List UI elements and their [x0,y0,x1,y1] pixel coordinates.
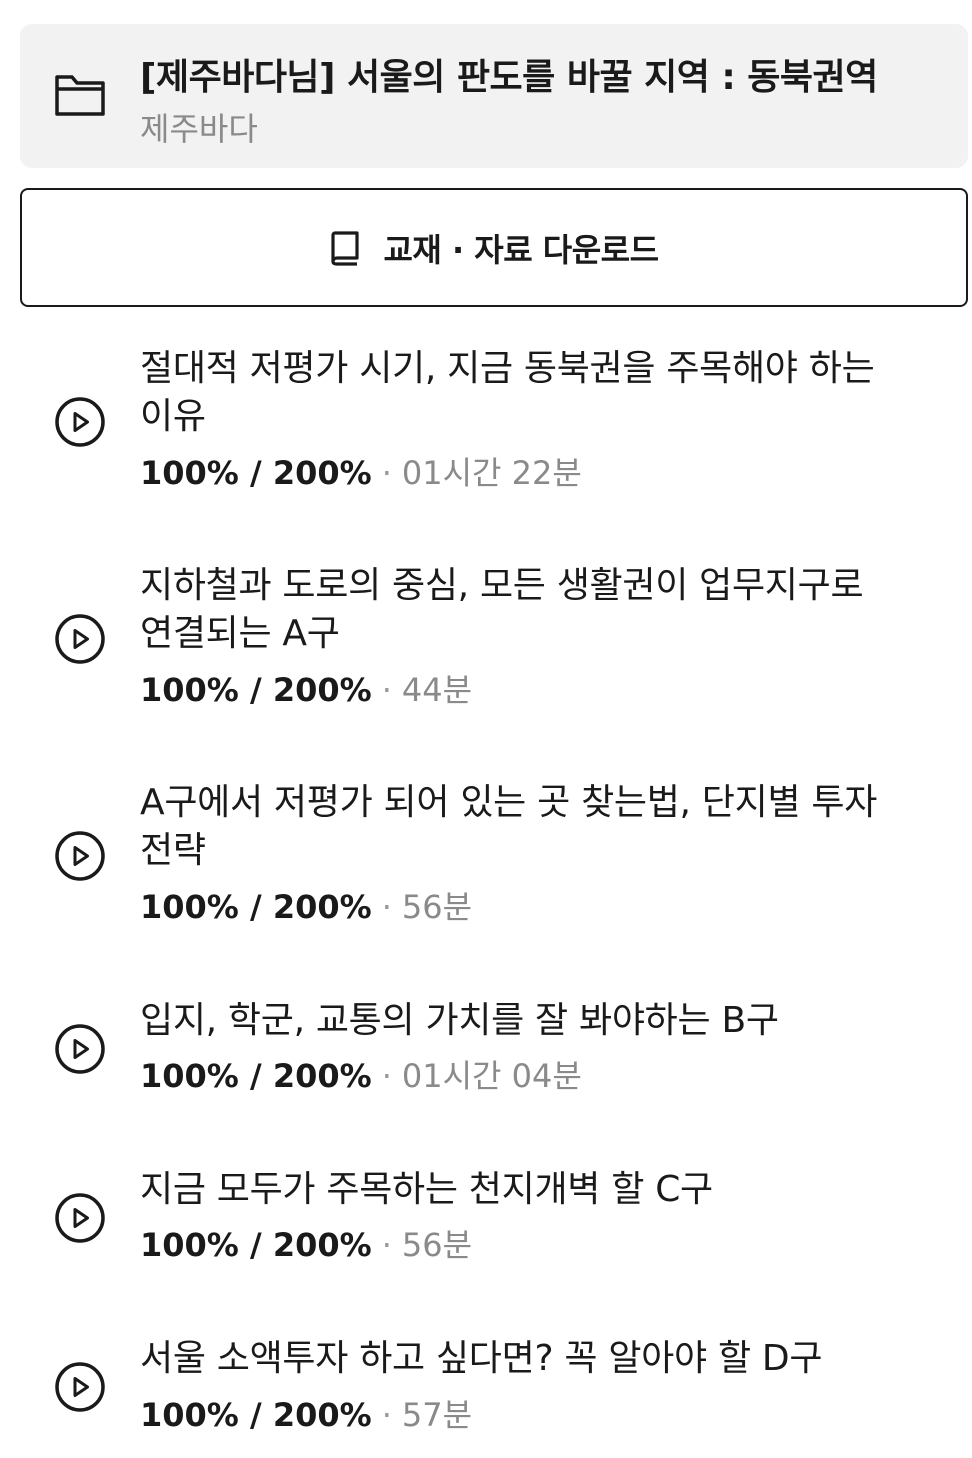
lecture-meta: 100% / 200% · 57분 [140,1395,472,1435]
lecture-duration: 57분 [401,1396,473,1434]
download-materials-button[interactable]: 교재 · 자료 다운로드 [20,188,968,307]
lecture-meta: 100% / 200% · 56분 [140,1225,472,1265]
download-button-label: 교재 · 자료 다운로드 [383,230,659,269]
lecture-meta: 100% / 200% · 56분 [140,887,472,927]
lecture-duration: 44분 [401,671,473,709]
lecture-meta: 100% / 200% · 01시간 22분 [140,453,582,493]
lecture-title: 입지, 학군, 교통의 가치를 잘 봐야하는 B구 [140,1000,779,1041]
meta-separator: · [381,454,392,492]
lecture-meta: 100% / 200% · 44분 [140,670,472,710]
playback-speed: 100% / 200% [140,454,372,492]
play-icon[interactable] [54,1023,106,1075]
course-author: 제주바다 [140,110,258,148]
play-icon[interactable] [54,830,106,882]
playback-speed: 100% / 200% [140,1057,372,1095]
play-icon[interactable] [54,1361,106,1413]
course-title: [제주바다님] 서울의 판도를 바꿀 지역 : 동북권역 [140,57,878,98]
play-icon[interactable] [54,1192,106,1244]
folder-icon [55,75,105,116]
lecture-duration: 01시간 04분 [401,1057,582,1095]
play-icon[interactable] [54,396,106,448]
lecture-duration: 56분 [401,1226,473,1264]
book-icon [331,230,360,266]
play-icon[interactable] [54,613,106,665]
meta-separator: · [381,671,392,709]
playback-speed: 100% / 200% [140,1396,372,1434]
lecture-duration: 56분 [401,888,473,926]
page: [제주바다님] 서울의 판도를 바꿀 지역 : 동북권역 제주바다 교재 · 자… [0,0,972,1458]
lecture-item[interactable]: 지하철과 도로의 중심, 모든 생활권이 업무지구로 연결되는 A구 100% … [0,557,972,727]
course-header: [제주바다님] 서울의 판도를 바꿀 지역 : 동북권역 제주바다 [20,24,968,168]
lecture-title: A구에서 저평가 되어 있는 곳 찾는법, 단지별 투자 전략 [140,782,878,871]
meta-separator: · [381,1396,392,1434]
lecture-item[interactable]: A구에서 저평가 되어 있는 곳 찾는법, 단지별 투자 전략 100% / 2… [0,775,972,945]
lecture-title: 지금 모두가 주목하는 천지개벽 할 C구 [140,1169,713,1210]
lecture-item[interactable]: 입지, 학군, 교통의 가치를 잘 봐야하는 B구 100% / 200% · 01… [0,993,972,1113]
playback-speed: 100% / 200% [140,888,372,926]
lecture-item[interactable]: 서울 소액투자 하고 싶다면? 꼭 알아야 할 D구 100% / 200% · 5… [0,1332,972,1452]
lecture-meta: 100% / 200% · 01시간 04분 [140,1056,582,1096]
lecture-duration: 01시간 22분 [401,454,582,492]
playback-speed: 100% / 200% [140,671,372,709]
meta-separator: · [381,1057,392,1095]
playback-speed: 100% / 200% [140,1226,372,1264]
lecture-item[interactable]: 지금 모두가 주목하는 천지개벽 할 C구 100% / 200% · 56분 [0,1163,972,1283]
lecture-title: 서울 소액투자 하고 싶다면? 꼭 알아야 할 D구 [140,1338,823,1379]
meta-separator: · [381,888,392,926]
lecture-title: 지하철과 도로의 중심, 모든 생활권이 업무지구로 연결되는 A구 [140,565,864,654]
lecture-title: 절대적 저평가 시기, 지금 동북권을 주목해야 하는 이유 [140,348,875,437]
lecture-item[interactable]: 절대적 저평가 시기, 지금 동북권을 주목해야 하는 이유 100% / 20… [0,340,972,510]
meta-separator: · [381,1226,392,1264]
